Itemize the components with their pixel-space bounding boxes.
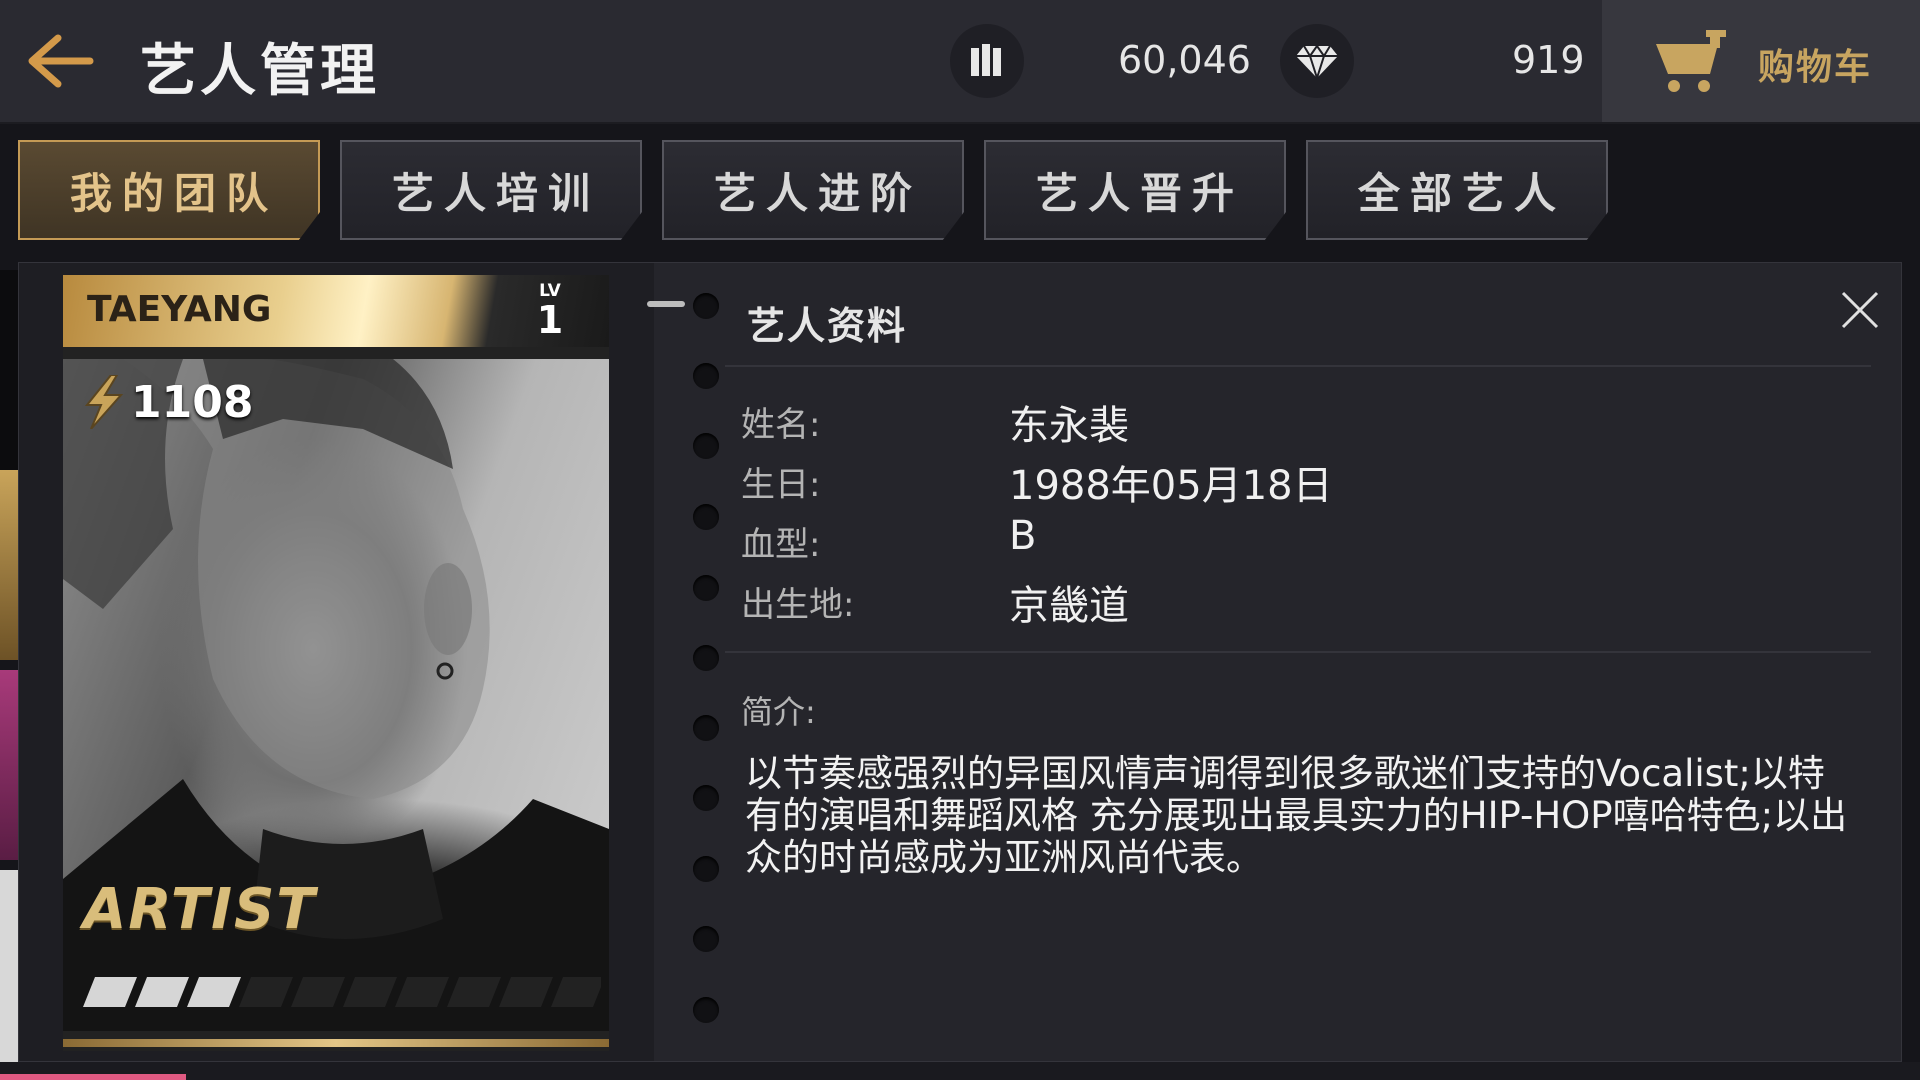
card-name-banner: TAEYANG LV 1 xyxy=(63,275,609,347)
star-slot-empty xyxy=(343,977,397,1007)
power-indicator: 1108 xyxy=(81,375,253,429)
tab-label: 艺人培训 xyxy=(391,168,600,218)
name-label: 姓名: xyxy=(741,405,821,445)
binder-ring xyxy=(693,363,719,389)
star-slot-filled xyxy=(83,977,137,1007)
back-arrow-icon[interactable] xyxy=(24,30,96,92)
artist-detail-panel: TAEYANG LV 1 1108 ARTIST 艺人资料 姓名: 东永裴 生日… xyxy=(18,262,1902,1062)
birthplace-label: 出生地: xyxy=(741,585,855,625)
card-column: TAEYANG LV 1 1108 ARTIST xyxy=(19,263,654,1061)
tab-label: 艺人晋升 xyxy=(1035,168,1244,218)
diamond-icon xyxy=(1280,24,1354,98)
page-title: 艺人管理 xyxy=(140,39,380,104)
description-text: 以节奏感强烈的异国风情声调得到很多歌迷们支持的Vocalist;以特有的演唱和舞… xyxy=(745,752,1848,879)
blood-type-value: B xyxy=(1009,513,1037,559)
binder-ring xyxy=(693,715,719,741)
top-bar: 艺人管理 60,046 919 购物车 xyxy=(0,0,1920,124)
background-card-edge xyxy=(0,670,18,860)
background-card-edge xyxy=(0,870,18,1062)
level-value: 1 xyxy=(536,298,564,342)
artist-rank-logo: ARTIST xyxy=(83,877,317,942)
binder-ring xyxy=(693,785,719,811)
binder-ring xyxy=(693,645,719,671)
artist-name: TAEYANG xyxy=(87,289,272,330)
card-bottom-trim xyxy=(63,1039,609,1047)
level-badge: LV 1 xyxy=(525,281,575,339)
artist-card[interactable]: TAEYANG LV 1 1108 ARTIST xyxy=(63,275,609,1051)
currency-amount: 60,046 xyxy=(1118,38,1251,82)
name-value: 东永裴 xyxy=(1009,403,1129,449)
description-label: 简介: xyxy=(741,693,816,731)
binder-ring xyxy=(693,433,719,459)
lightning-icon xyxy=(84,375,124,429)
binder-ring xyxy=(693,575,719,601)
tab-artist-advance[interactable]: 艺人进阶 xyxy=(662,140,964,240)
birthday-value: 1988年05月18日 xyxy=(1009,463,1333,509)
binder-ring xyxy=(693,293,719,319)
tab-artist-promotion[interactable]: 艺人晋升 xyxy=(984,140,1286,240)
star-slot-empty xyxy=(239,977,293,1007)
star-slot-empty xyxy=(499,977,553,1007)
divider xyxy=(725,651,1871,653)
background-card-edge xyxy=(0,470,18,660)
artist-photo: 1108 ARTIST xyxy=(63,359,609,1031)
binder-ring xyxy=(693,856,719,882)
cart-label: 购物车 xyxy=(1758,47,1873,88)
star-slot-empty xyxy=(291,977,345,1007)
cart-button[interactable]: 购物车 xyxy=(1602,0,1920,122)
star-slot-filled xyxy=(135,977,189,1007)
star-slot-empty xyxy=(447,977,501,1007)
binder-ring xyxy=(693,926,719,952)
info-title: 艺人资料 xyxy=(747,304,908,348)
bars-icon xyxy=(950,24,1024,98)
power-value: 1108 xyxy=(131,376,254,428)
tab-label: 我的团队 xyxy=(69,168,278,218)
birthplace-value: 京畿道 xyxy=(1009,583,1129,629)
tab-label: 全部艺人 xyxy=(1357,168,1566,218)
binder-ring xyxy=(693,997,719,1023)
bottom-strip xyxy=(0,1062,1920,1080)
binder-rings xyxy=(677,263,719,1061)
background-card-edge xyxy=(0,270,18,470)
divider xyxy=(725,365,1871,367)
blood-type-label: 血型: xyxy=(741,525,821,565)
bottom-accent xyxy=(0,1074,186,1080)
tab-all-artists[interactable]: 全部艺人 xyxy=(1306,140,1608,240)
star-slot-filled xyxy=(187,977,241,1007)
binder-ring xyxy=(693,504,719,530)
tab-my-team[interactable]: 我的团队 xyxy=(18,140,320,240)
diamond-amount: 919 xyxy=(1512,38,1585,82)
star-slot-empty xyxy=(395,977,449,1007)
tab-label: 艺人进阶 xyxy=(713,168,922,218)
cart-icon xyxy=(1656,30,1726,92)
star-slot-empty xyxy=(551,977,601,1007)
star-rating-bar xyxy=(83,977,601,1007)
tab-artist-training[interactable]: 艺人培训 xyxy=(340,140,642,240)
birthday-label: 生日: xyxy=(741,465,821,505)
close-icon[interactable] xyxy=(1835,285,1885,335)
